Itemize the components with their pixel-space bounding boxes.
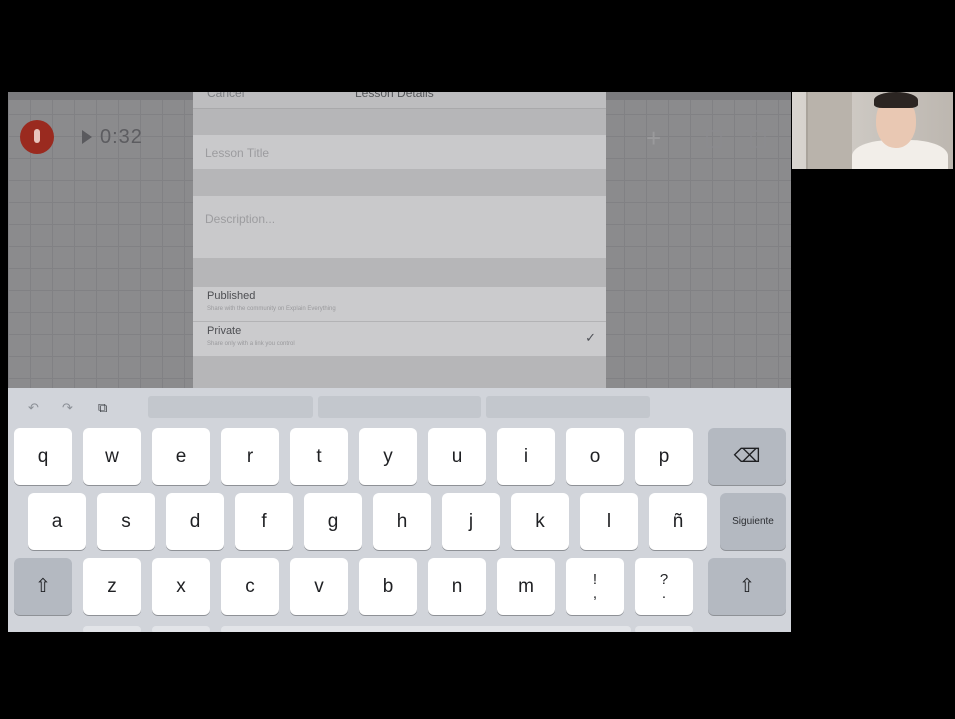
- key-row-edge: [83, 626, 141, 632]
- key-a[interactable]: a: [28, 493, 86, 550]
- key-f[interactable]: f: [235, 493, 293, 550]
- keyboard-shortcut-bar: ↶ ↷ ⧉: [8, 388, 791, 424]
- key-z[interactable]: z: [83, 558, 141, 615]
- presenter-hair: [874, 92, 918, 108]
- private-sublabel: Share only with a link you control: [207, 341, 295, 347]
- key-h[interactable]: h: [373, 493, 431, 550]
- play-icon[interactable]: [82, 130, 92, 144]
- key-n[interactable]: n: [428, 558, 486, 615]
- key-y[interactable]: y: [359, 428, 417, 485]
- sheet-nav-bar: Cancel Lesson Details: [193, 92, 606, 109]
- key-g[interactable]: g: [304, 493, 362, 550]
- key-t[interactable]: t: [290, 428, 348, 485]
- private-label: Private: [207, 325, 242, 337]
- key-q[interactable]: q: [14, 428, 72, 485]
- key-u[interactable]: u: [428, 428, 486, 485]
- key-i[interactable]: i: [497, 428, 555, 485]
- lesson-details-sheet: Cancel Lesson Details Lesson Title Descr…: [193, 92, 606, 388]
- key-w[interactable]: w: [83, 428, 141, 485]
- cancel-button[interactable]: Cancel: [207, 92, 244, 100]
- keyboard: ↶ ↷ ⧉ q w e r t y u i o p ⌫ a s d f g h …: [8, 388, 791, 632]
- key-c[interactable]: c: [221, 558, 279, 615]
- webcam-overlay: [792, 92, 953, 169]
- key-row-edge: [221, 626, 631, 632]
- key-question-period[interactable]: ? .: [635, 558, 693, 615]
- description-field[interactable]: Description...: [193, 196, 606, 258]
- key-p[interactable]: p: [635, 428, 693, 485]
- suggestion-slot[interactable]: [318, 396, 481, 418]
- backspace-key[interactable]: ⌫: [708, 428, 786, 485]
- key-e[interactable]: e: [152, 428, 210, 485]
- published-label: Published: [207, 290, 256, 302]
- key-bottom-char: ,: [592, 584, 598, 602]
- layers-icon[interactable]: [706, 130, 722, 148]
- key-ntilde[interactable]: ñ: [649, 493, 707, 550]
- checkmark-icon: ✓: [585, 330, 596, 345]
- key-k[interactable]: k: [511, 493, 569, 550]
- shift-icon: ⇧: [35, 576, 51, 597]
- shift-key-left[interactable]: ⇧: [14, 558, 72, 615]
- undo-icon[interactable]: ↶: [28, 400, 39, 416]
- record-button[interactable]: [20, 120, 54, 154]
- recording-timer: 0:32: [100, 126, 143, 148]
- key-r[interactable]: r: [221, 428, 279, 485]
- share-icon[interactable]: [750, 130, 766, 148]
- key-d[interactable]: d: [166, 493, 224, 550]
- key-l[interactable]: l: [580, 493, 638, 550]
- key-row-edge: [152, 626, 210, 632]
- key-exclamation-comma[interactable]: ! ,: [566, 558, 624, 615]
- plus-icon[interactable]: +: [646, 125, 661, 151]
- key-bottom-char: .: [661, 584, 667, 602]
- backspace-icon: ⌫: [733, 446, 761, 467]
- key-m[interactable]: m: [497, 558, 555, 615]
- sheet-title: Lesson Details: [355, 92, 434, 100]
- private-option[interactable]: Private Share only with a link you contr…: [193, 321, 606, 356]
- key-j[interactable]: j: [442, 493, 500, 550]
- published-sublabel: Share with the community on Explain Ever…: [207, 306, 336, 312]
- published-option[interactable]: Published Share with the community on Ex…: [193, 287, 606, 321]
- paste-icon[interactable]: ⧉: [98, 400, 107, 416]
- key-s[interactable]: s: [97, 493, 155, 550]
- ipad-screen: 0:32 + Cancel Lesson Details Lesson Titl…: [8, 92, 791, 632]
- webcam-door: [806, 92, 852, 169]
- description-placeholder: Description...: [205, 212, 276, 226]
- lesson-title-field[interactable]: Lesson Title: [193, 135, 606, 169]
- key-o[interactable]: o: [566, 428, 624, 485]
- redo-icon[interactable]: ↷: [62, 400, 73, 416]
- lesson-title-placeholder: Lesson Title: [205, 146, 270, 160]
- shift-icon: ⇧: [739, 576, 755, 597]
- key-x[interactable]: x: [152, 558, 210, 615]
- key-b[interactable]: b: [359, 558, 417, 615]
- suggestion-slot[interactable]: [486, 396, 650, 418]
- suggestion-slot[interactable]: [148, 396, 313, 418]
- key-row-edge: [635, 626, 693, 632]
- next-key[interactable]: Siguiente: [720, 493, 786, 550]
- key-v[interactable]: v: [290, 558, 348, 615]
- shift-key-right[interactable]: ⇧: [708, 558, 786, 615]
